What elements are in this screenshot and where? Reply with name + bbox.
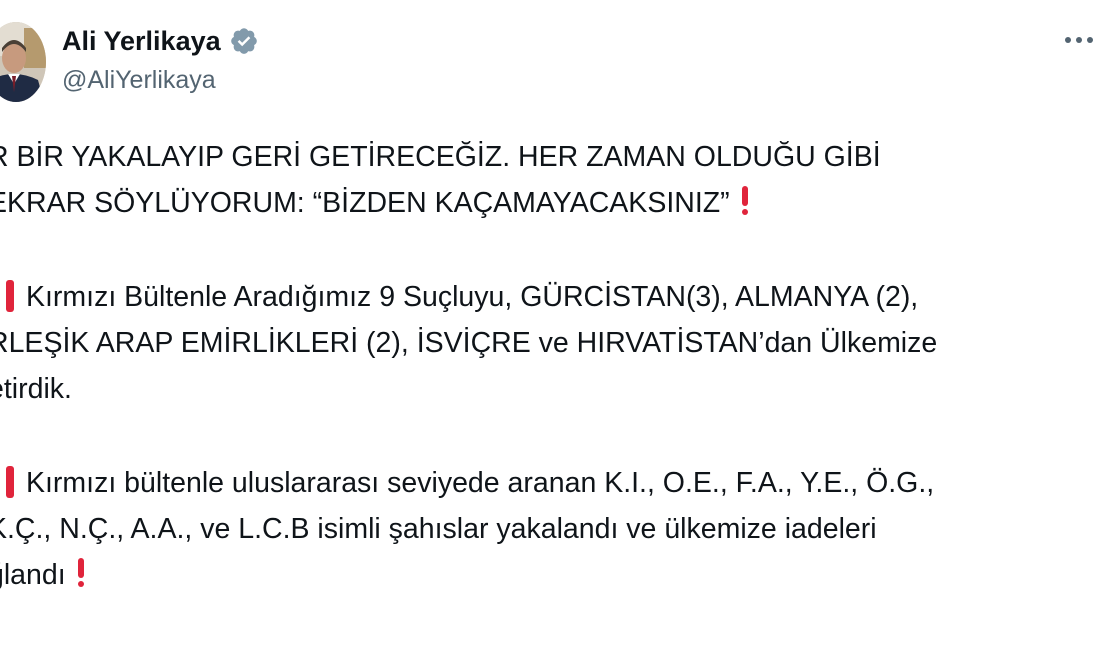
tweet-line: ğlandı xyxy=(0,552,1100,598)
tweet-text: R BİR YAKALAYIP GERİ GETİRECEĞİZ. HER ZA… xyxy=(0,134,1100,598)
red-exclamation-emoji-icon xyxy=(0,466,16,498)
tweet-line-text: R BİR YAKALAYIP GERİ GETİRECEĞİZ. HER ZA… xyxy=(0,141,881,173)
tweet-line: K.Ç., N.Ç., A.A., ve L.C.B isimli şahısl… xyxy=(0,506,1100,552)
tweet-line-text: RLEŞİK ARAP EMİRLİKLERİ (2), İSVİÇRE ve … xyxy=(0,327,938,359)
tweet-card: Ali Yerlikaya @AliYerlikaya R BİR YAKALA… xyxy=(0,0,1100,650)
more-options-button[interactable] xyxy=(1058,22,1100,58)
verified-badge-icon xyxy=(229,26,259,56)
red-exclamation-emoji-icon xyxy=(76,558,86,588)
author-handle[interactable]: @AliYerlikaya xyxy=(62,66,216,95)
tweet-line: R BİR YAKALAYIP GERİ GETİRECEĞİZ. HER ZA… xyxy=(0,134,1100,180)
tweet-line: Kırmızı bültenle uluslararası seviyede a… xyxy=(0,460,1100,506)
tweet-line: Kırmızı Bültenle Aradığımız 9 Suçluyu, G… xyxy=(0,274,1100,320)
tweet-line-text: K.Ç., N.Ç., A.A., ve L.C.B isimli şahısl… xyxy=(0,513,877,545)
tweet-line: EKRAR SÖYLÜYORUM: “BİZDEN KAÇAMAYACAKSIN… xyxy=(0,180,1100,226)
tweet-line-text: ğlandı xyxy=(0,559,66,591)
author-name-row: Ali Yerlikaya xyxy=(62,24,259,58)
author-display-name[interactable]: Ali Yerlikaya xyxy=(62,26,221,57)
tweet-line-text: Kırmızı Bültenle Aradığımız 9 Suçluyu, G… xyxy=(26,281,919,313)
tweet-line-text: Kırmızı bültenle uluslararası seviyede a… xyxy=(26,467,935,499)
tweet-line-text: etirdik. xyxy=(0,373,72,405)
tweet-line-text: EKRAR SÖYLÜYORUM: “BİZDEN KAÇAMAYACAKSIN… xyxy=(0,187,730,219)
more-horizontal-icon xyxy=(1064,36,1094,44)
red-exclamation-emoji-icon xyxy=(0,280,16,312)
avatar[interactable] xyxy=(0,22,46,102)
tweet-line: RLEŞİK ARAP EMİRLİKLERİ (2), İSVİÇRE ve … xyxy=(0,320,1100,366)
red-exclamation-emoji-icon xyxy=(740,186,750,216)
tweet-line: etirdik. xyxy=(0,366,1100,412)
